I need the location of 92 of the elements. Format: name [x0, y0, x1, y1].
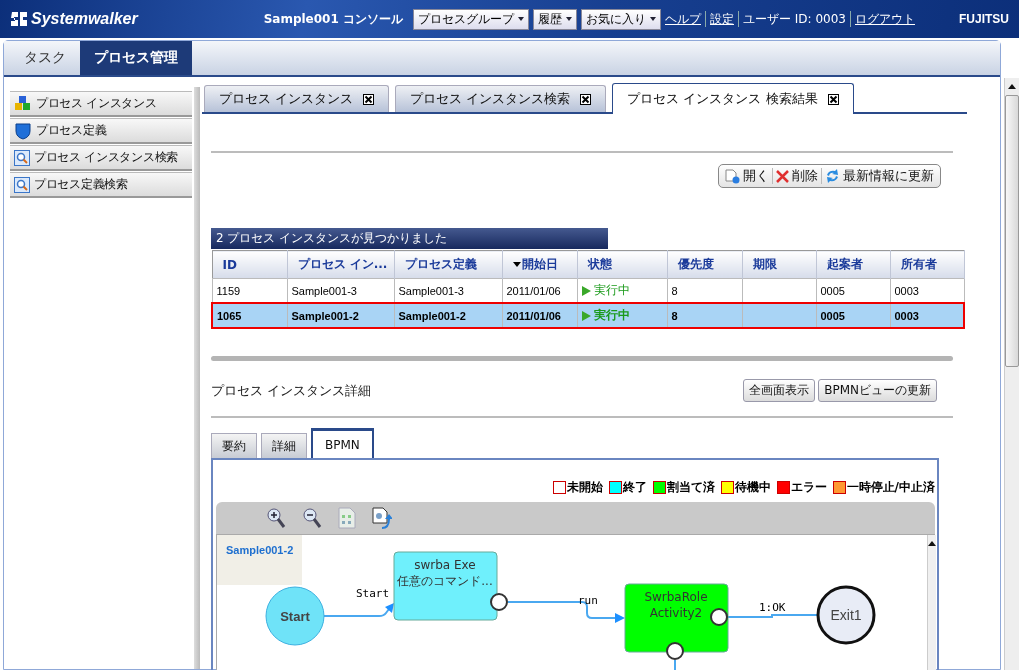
sidebar-item[interactable]: プロセス インスタンス	[10, 91, 192, 117]
table-cell: Sample001-2	[398, 309, 466, 322]
table-cell: 8	[671, 284, 678, 297]
logo-text: Systemwalker	[31, 10, 138, 28]
play-icon	[581, 285, 591, 296]
menu-dropdown[interactable]: 履歴	[533, 8, 577, 30]
legend-label: エラー	[790, 479, 827, 496]
page-scrollbar[interactable]	[1004, 78, 1019, 670]
toolbar-button[interactable]: 最新情報に更新	[822, 167, 937, 185]
toolbar-button[interactable]: 開く	[722, 167, 772, 185]
activity-node[interactable]: SwrbaRole Activity2	[624, 583, 729, 653]
results-caption: 2 プロセス インスタンスが見つかりました	[211, 228, 608, 249]
table-cell: 2011/01/06	[506, 284, 561, 297]
port-handle[interactable]	[666, 642, 684, 660]
brand-logo: FUJITSU	[959, 12, 1009, 26]
search-icon	[14, 176, 30, 193]
logo-icon	[10, 11, 28, 27]
close-icon[interactable]	[363, 93, 375, 105]
cubes-icon	[14, 95, 32, 112]
menu-dropdown[interactable]: お気に入り	[581, 8, 661, 30]
table-cell: 1065	[217, 309, 242, 322]
column-header[interactable]: ID	[212, 250, 287, 279]
console-title: Sample001 コンソール	[263, 10, 403, 28]
sidebar-item[interactable]: プロセス定義検索	[10, 172, 192, 198]
section-title: プロセス インスタンス詳細	[211, 381, 372, 400]
search-icon	[14, 149, 30, 166]
close-icon[interactable]	[827, 93, 839, 105]
main-tab[interactable]: プロセス管理	[80, 41, 192, 75]
connector-arrow	[323, 603, 394, 617]
sidebar-item[interactable]: プロセス定義	[10, 118, 192, 144]
table-cell: Sample001-3	[398, 284, 464, 297]
table-row[interactable]: 1065 Sample001-2 Sample001-2 2011/01/06 実行中 8 0005 0003	[212, 303, 964, 328]
scrollbar[interactable]	[927, 535, 936, 670]
table-cell: 0005	[820, 284, 845, 297]
shield-icon	[14, 121, 32, 140]
status-cell: 実行中	[581, 307, 630, 324]
user-id: ユーザー ID: 0003	[743, 10, 846, 28]
table-cell: 8	[671, 309, 678, 322]
column-header[interactable]: プロセス イン...	[287, 250, 394, 279]
column-header[interactable]: 所有者	[890, 250, 964, 279]
activity-node[interactable]: swrba Exe 任意のコマンド...	[393, 551, 498, 621]
legend-label: 一時停止/中止済	[846, 479, 935, 496]
toolbar-button[interactable]: 削除	[773, 167, 821, 185]
zoom-out-icon[interactable]	[302, 507, 322, 529]
detail-tab[interactable]: 要約	[211, 433, 257, 458]
table-cell: Sample001-2	[291, 309, 359, 322]
table-cell: 0003	[894, 284, 919, 297]
table-cell: 0005	[820, 309, 845, 322]
connector-label: Start	[356, 587, 390, 600]
zoom-in-icon[interactable]	[266, 507, 286, 529]
header-link[interactable]: ヘルプ	[665, 10, 701, 28]
main-tab[interactable]: タスク	[10, 41, 80, 75]
column-header[interactable]: 状態	[577, 250, 667, 279]
status-cell: 実行中	[581, 282, 630, 299]
connector-label: run	[578, 594, 598, 607]
content-tab[interactable]: プロセス インスタンス 検索結果	[612, 83, 854, 114]
export-icon[interactable]	[372, 507, 392, 529]
detail-tab[interactable]: 詳細	[261, 433, 307, 458]
menu-dropdown[interactable]: プロセスグループ	[413, 8, 529, 30]
delete-icon	[776, 169, 789, 183]
table-cell: 0003	[894, 309, 919, 322]
document-icon	[725, 168, 740, 184]
detail-button[interactable]: 全画面表示	[743, 379, 816, 402]
column-header[interactable]: 優先度	[667, 250, 742, 279]
logout-link[interactable]: ログアウト	[855, 10, 915, 28]
port-handle[interactable]	[490, 593, 508, 611]
play-icon	[581, 310, 591, 321]
close-icon[interactable]	[580, 93, 592, 105]
detail-tab[interactable]: BPMN	[311, 428, 374, 458]
table-cell: Sample001-3	[291, 284, 357, 297]
column-header[interactable]: 起案者	[816, 250, 890, 279]
sidebar-item[interactable]: プロセス インスタンス検索	[10, 145, 192, 171]
column-header[interactable]: 開始日	[502, 250, 577, 279]
legend-label: 割当て済	[666, 479, 715, 496]
legend-label: 待機中	[734, 479, 771, 496]
content-tab[interactable]: プロセス インスタンス	[204, 85, 390, 112]
connector-line	[674, 659, 676, 670]
table-cell: 1159	[216, 284, 241, 297]
legend-label: 終了	[622, 479, 647, 496]
table-cell: 2011/01/06	[506, 309, 561, 322]
start-event[interactable]: Start	[265, 586, 325, 646]
connector-label: 1:OK	[759, 601, 786, 614]
refresh-icon	[825, 169, 840, 183]
column-header[interactable]: 期限	[742, 250, 816, 279]
diagram-title: Sample001-2	[217, 535, 302, 585]
end-event[interactable]: Exit1	[816, 585, 876, 645]
legend-label: 未開始	[566, 479, 603, 496]
content-tab[interactable]: プロセス インスタンス検索	[395, 85, 607, 112]
detail-button[interactable]: BPMNビューの更新	[818, 379, 937, 402]
port-handle[interactable]	[710, 608, 728, 626]
header-link[interactable]: 設定	[710, 10, 734, 28]
column-header[interactable]: プロセス定義	[394, 250, 502, 279]
